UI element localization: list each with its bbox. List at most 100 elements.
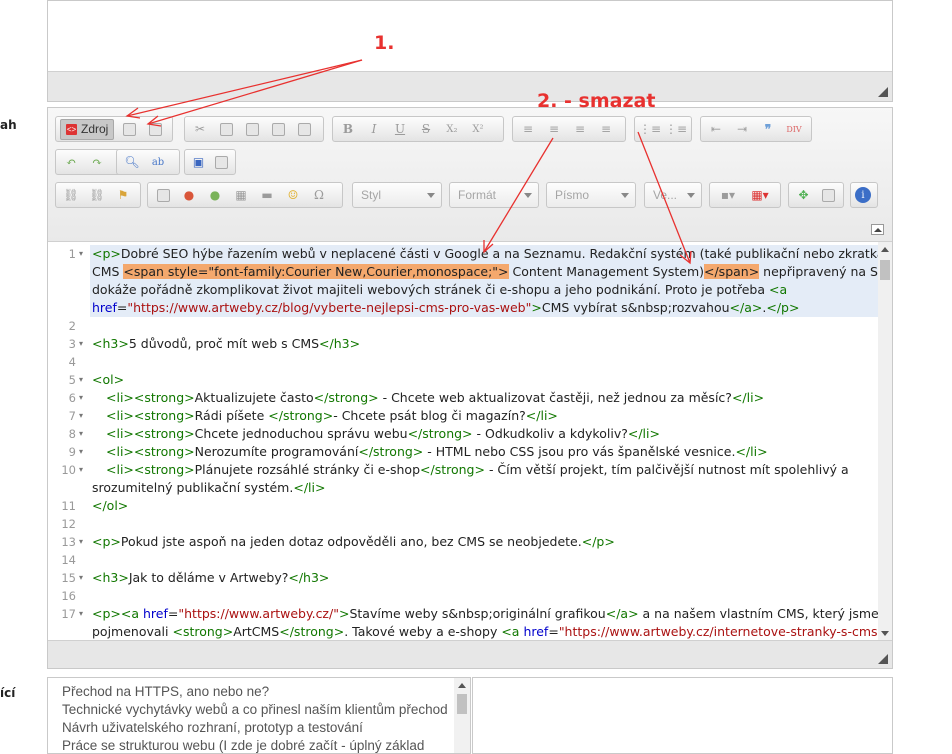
templates-icon[interactable] [144,119,166,139]
table-color-icon[interactable]: ▦▾ [746,185,774,205]
upper-text-editor[interactable] [47,0,893,102]
gutter-row: 4 [48,353,90,371]
chevron-down-icon [427,193,435,198]
table-icon[interactable]: ▦ [230,185,252,205]
align-left-icon[interactable]: ≡ [517,119,539,139]
toolbar-group-lists: ⋮≡ ⋮≡ [634,116,692,142]
copy-icon[interactable] [215,119,237,139]
collapse-toolbar-icon[interactable] [871,224,884,235]
chevron-down-icon [687,193,695,198]
unlink-icon[interactable]: ⛓ [86,185,108,205]
paste-text-icon[interactable] [267,119,289,139]
size-select-label: Ve... [653,188,678,202]
source-code-area[interactable]: 1 ▾ 2 3 ▾ 4 5 ▾ 6 ▾ 7 ▾ 8 ▾ 9 ▾ 10 ▾ 11 12 13 ▾ 14 15 ▾ 16 17 ▾ <p>… [48,241,892,641]
format-select[interactable]: Formát [449,182,539,208]
list-item[interactable]: Přechod na HTTPS, ano nebo ne? [48,683,470,701]
related-articles-list[interactable]: Přechod na HTTPS, ano nebo ne? Technické… [47,677,471,754]
align-center-icon[interactable]: ≡ [543,119,565,139]
anchor-icon[interactable]: ⚑ [112,185,134,205]
undo-icon[interactable]: ↶ [60,152,82,172]
code-line: href="https://www.artweby.cz/blog/vybert… [92,300,800,315]
scroll-thumb[interactable] [880,260,890,280]
show-blocks-icon[interactable]: ▪▾ [714,185,742,205]
chevron-down-icon [621,193,629,198]
maximize-icon[interactable]: ✥ [793,185,814,205]
style-select-label: Styl [361,188,382,202]
code-line: <li><strong>Plánujete rozsáhlé stránky č… [106,462,849,477]
size-select[interactable]: Ve... [644,182,702,208]
underline-icon[interactable]: U [389,119,411,139]
code-line: <li><strong>Nerozumíte programování</str… [106,444,768,459]
iframe-icon[interactable]: ● [204,185,226,205]
gutter-row: 2 [48,317,90,335]
create-div-icon[interactable]: DIV [783,119,805,139]
select-all-icon[interactable]: ▣ [189,152,208,172]
smiley-icon[interactable]: ☺ [282,185,304,205]
list-vertical-scrollbar[interactable] [454,678,470,753]
preview-icon[interactable] [118,119,140,139]
scroll-down-icon[interactable] [881,631,889,636]
italic-icon[interactable]: I [363,119,385,139]
strike-icon[interactable]: S [415,119,437,139]
font-select[interactable]: Písmo [546,182,636,208]
outdent-icon[interactable]: ⇤ [705,119,727,139]
format-select-label: Formát [458,188,497,202]
redo-icon[interactable]: ↷ [86,152,108,172]
numbered-list-icon[interactable]: ⋮≡ [639,119,661,139]
align-right-icon[interactable]: ≡ [569,119,591,139]
show-blocks-icon[interactable] [818,185,839,205]
resize-grip-icon[interactable] [878,654,888,664]
flash-icon[interactable]: ● [178,185,200,205]
source-button[interactable]: <> Zdroj [60,118,115,140]
chevron-down-icon [524,193,532,198]
scroll-up-icon[interactable] [881,247,889,252]
list-item[interactable]: Technické vychytávky webů a co přinesl n… [48,701,470,719]
cut-icon[interactable]: ✂ [189,119,211,139]
code-line: <li><strong>Rádi píšete </strong>- Chcet… [106,408,558,423]
special-char-icon[interactable]: Ω [308,185,330,205]
list-item[interactable]: Návrh uživatelského rozhraní, prototyp a… [48,719,470,737]
spellcheck-icon[interactable] [212,152,231,172]
style-select[interactable]: Styl [352,182,442,208]
scroll-up-icon[interactable] [458,683,466,688]
info-icon[interactable]: i [855,187,871,203]
span-open-tag-highlight[interactable]: <span style="font-family:Courier New,Cou… [123,264,509,279]
code-line: <li><strong>Chcete jednoduchou správu we… [106,426,660,441]
code-line: <li><strong>Aktualizujete často</strong>… [106,390,765,405]
cms-editor-page: ah ící <> Zdroj ✂ B I U S X₂ X² ≡ ≡ ≡ ≡ … [0,0,952,754]
bold-icon[interactable]: B [337,119,359,139]
annotation-two: 2. - smazat [537,90,656,112]
code-line: srozumitelný publikační systém.</li> [92,480,326,495]
paste-icon[interactable] [241,119,263,139]
toolbar-group-links: ⛓ ⛓ ⚑ [55,182,141,208]
code-line: <p>Pokud jste aspoň na jeden dotaz odpov… [92,534,615,549]
list-item[interactable]: Práce se strukturou webu (I zde je dobré… [48,737,470,753]
indent-icon[interactable]: ⇥ [731,119,753,139]
paste-word-icon[interactable] [293,119,315,139]
replace-icon[interactable]: ab [147,152,169,172]
code-line: CMS <span style="font-family:Courier New… [92,264,892,279]
scroll-thumb[interactable] [457,694,467,714]
horizontal-rule-icon[interactable]: ▬ [256,185,278,205]
image-icon[interactable] [152,185,174,205]
line-number: 4 [68,355,76,369]
gutter-row: 16 [48,587,90,605]
resize-grip-icon[interactable] [878,87,888,97]
span-close-tag-highlight[interactable]: </span> [704,264,760,279]
link-icon[interactable]: ⛓ [60,185,82,205]
superscript-icon[interactable]: X² [467,119,489,139]
find-icon[interactable]: 🔍︎ [121,152,143,172]
toolbar-group-clipboard: ✂ [184,116,324,142]
code-vertical-scrollbar[interactable] [878,242,892,641]
align-justify-icon[interactable]: ≡ [595,119,617,139]
blockquote-icon[interactable]: ❞ [757,119,779,139]
source-button-label: Zdroj [81,122,109,136]
toolbar-group-align: ≡ ≡ ≡ ≡ [512,116,626,142]
code-line: <h3>5 důvodů, proč mít web s CMS</h3> [92,336,361,351]
upper-editor-footer [48,71,892,101]
subscript-icon[interactable]: X₂ [441,119,463,139]
toolbar-group-basicstyles: B I U S X₂ X² [332,116,504,142]
code-line: dokáže pořádně zkomplikovat život majite… [92,282,788,297]
selected-articles-list[interactable] [472,677,893,754]
bulleted-list-icon[interactable]: ⋮≡ [665,119,687,139]
